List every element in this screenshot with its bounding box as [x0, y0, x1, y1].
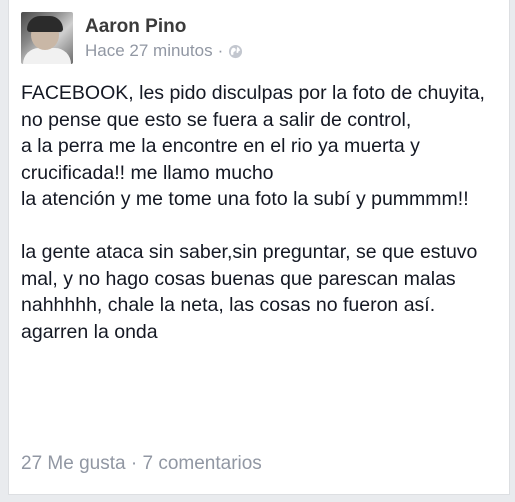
- footer-separator: ·: [130, 453, 138, 474]
- message-line: no pense que esto se fuera a salir de co…: [21, 108, 412, 131]
- post-header: Aaron Pino Hace 27 minutos ·: [21, 10, 491, 66]
- post-message: FACEBOOK, les pido disculpas por la foto…: [21, 80, 503, 345]
- message-line: FACEBOOK, les pido disculpas por la foto…: [21, 82, 485, 104]
- post-footer: 27 Me gusta · 7 comentarios: [21, 453, 262, 475]
- meta-separator: ·: [217, 41, 224, 60]
- avatar[interactable]: [21, 12, 73, 64]
- message-line: a la perra me la encontre en el rio ya m…: [21, 135, 420, 184]
- message-line: la gente ataca sin saber,sin preguntar, …: [21, 241, 478, 316]
- post-timestamp[interactable]: Hace 27 minutos: [85, 41, 213, 61]
- author-name[interactable]: Aaron Pino: [85, 16, 186, 38]
- message-line: la atención y me tome una foto la subí y…: [21, 188, 469, 210]
- post-meta: Hace 27 minutos ·: [85, 41, 243, 61]
- likes-count[interactable]: 27 Me gusta: [21, 453, 126, 474]
- post-card: Aaron Pino Hace 27 minutos · FACEBOOK, l…: [8, 0, 510, 495]
- message-line: agarren la onda: [21, 320, 158, 343]
- globe-icon[interactable]: [228, 44, 243, 59]
- comments-count[interactable]: 7 comentarios: [142, 453, 261, 474]
